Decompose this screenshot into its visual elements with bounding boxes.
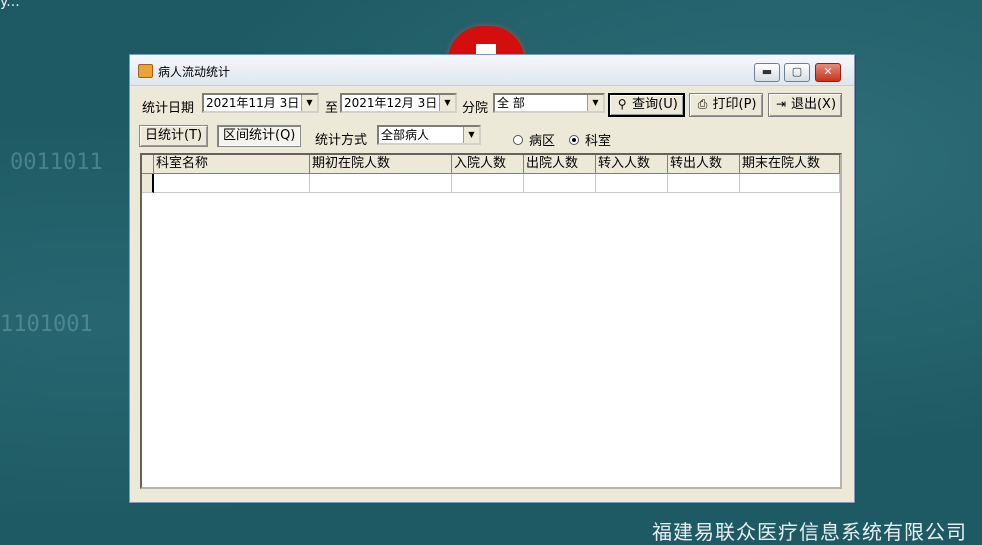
end-date-picker[interactable]: 2021年12月 3日 ▼: [340, 93, 457, 113]
branch-label: 分院: [462, 101, 489, 116]
table-cell[interactable]: [740, 174, 840, 193]
column-header[interactable]: 期初在院人数: [310, 155, 452, 174]
background-corner-text: y...: [0, 0, 20, 10]
query-button[interactable]: ⚲ 查询(U): [608, 93, 685, 117]
branch-select[interactable]: 全 部 ▼: [493, 93, 605, 113]
daily-statistics-tab[interactable]: 日统计(T): [139, 125, 209, 147]
column-header[interactable]: 出院人数: [524, 155, 596, 174]
exit-button[interactable]: ⇥ 退出(X): [768, 93, 842, 117]
print-button[interactable]: ⎙ 打印(P): [689, 93, 763, 117]
radio-ward[interactable]: 病区: [513, 130, 555, 149]
header-indicator-cell: [142, 155, 154, 174]
statistics-grid[interactable]: 科室名称 期初在院人数 入院人数 出院人数 转入人数 转出人数 期末在院人数: [140, 153, 842, 489]
background-binary-decoration: 0011011: [10, 150, 103, 175]
column-header[interactable]: 期末在院人数: [740, 155, 840, 174]
table-row[interactable]: [142, 174, 840, 193]
app-icon: [138, 64, 153, 78]
grid-header: 科室名称 期初在院人数 入院人数 出院人数 转入人数 转出人数 期末在院人数: [142, 155, 840, 174]
radio-department[interactable]: 科室: [569, 130, 611, 149]
radio-off-icon: [513, 135, 523, 145]
table-cell[interactable]: [524, 174, 596, 193]
column-header[interactable]: 转入人数: [596, 155, 668, 174]
close-icon[interactable]: ✕: [815, 63, 841, 82]
table-cell[interactable]: [596, 174, 668, 193]
window-titlebar[interactable]: 病人流动统计 ▬ ▢ ✕: [130, 55, 854, 86]
table-cell[interactable]: [154, 174, 310, 193]
start-date-picker[interactable]: 2021年11月 3日 ▼: [202, 93, 319, 113]
end-date-value: 2021年12月 3日: [344, 96, 438, 110]
window-title: 病人流动统计: [158, 65, 231, 79]
row-indicator[interactable]: [142, 174, 154, 193]
background-binary-decoration: 1101001: [0, 312, 93, 337]
chevron-down-icon[interactable]: ▼: [587, 95, 603, 111]
table-cell[interactable]: [310, 174, 452, 193]
chevron-down-icon[interactable]: ▼: [463, 127, 479, 143]
method-select[interactable]: 全部病人 ▼: [377, 125, 481, 145]
method-label: 统计方式: [315, 133, 368, 148]
printer-icon: ⎙: [697, 97, 708, 111]
chevron-down-icon[interactable]: ▼: [439, 95, 455, 111]
patient-flow-statistics-window: 病人流动统计 ▬ ▢ ✕ 统计日期 2021年11月 3日 ▼ 至 2021年1…: [129, 54, 855, 503]
start-date-value: 2021年11月 3日: [206, 96, 300, 110]
radio-on-icon: [569, 135, 579, 145]
toolbar: 统计日期 2021年11月 3日 ▼ 至 2021年12月 3日 ▼ 分院 全 …: [137, 91, 845, 121]
background-company-name: 福建易联众医疗信息系统有限公司: [652, 520, 967, 544]
branch-value: 全 部: [497, 96, 525, 110]
chevron-down-icon[interactable]: ▼: [301, 95, 317, 111]
exit-door-icon: ⇥: [775, 97, 786, 111]
maximize-icon[interactable]: ▢: [784, 63, 810, 82]
options-bar: 日统计(T) 区间统计(Q) 统计方式 全部病人 ▼ 病区 科室: [137, 124, 845, 149]
column-header[interactable]: 科室名称: [154, 155, 310, 174]
method-value: 全部病人: [381, 128, 430, 142]
column-header[interactable]: 转出人数: [668, 155, 740, 174]
date-label: 统计日期: [142, 101, 195, 116]
binoculars-icon: ⚲: [617, 97, 627, 111]
table-cell[interactable]: [668, 174, 740, 193]
column-header[interactable]: 入院人数: [452, 155, 524, 174]
table-cell[interactable]: [452, 174, 524, 193]
range-statistics-tab[interactable]: 区间统计(Q): [217, 125, 302, 147]
to-label: 至: [325, 101, 339, 116]
minimize-icon[interactable]: ▬: [754, 63, 780, 82]
